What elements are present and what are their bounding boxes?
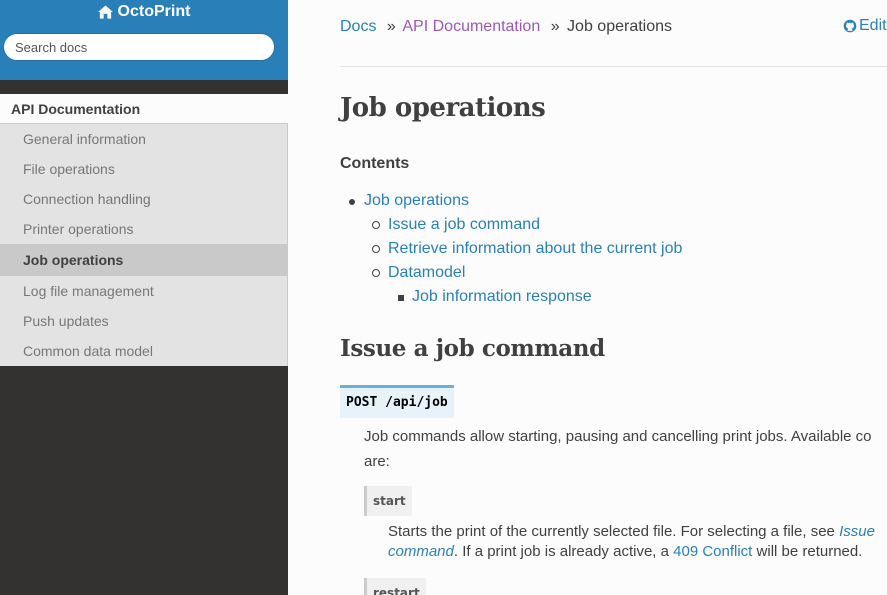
toc-item: Job information response (340, 285, 682, 309)
toc-link-retrieve-current-job[interactable]: Retrieve information about the current j… (388, 240, 682, 257)
sidebar-item-push-updates[interactable]: Push updates (0, 306, 288, 336)
toc-link-issue-job-command[interactable]: Issue a job command (388, 216, 540, 233)
start-description-text: will be returned. (752, 543, 863, 560)
intro-text-line-2: are: (364, 453, 390, 470)
circle-bullet-icon (372, 269, 380, 277)
toc-item: Datamodel (340, 261, 682, 285)
breadcrumb-api-docs-link[interactable]: API Documentation (402, 18, 540, 35)
sidebar-item-common-data-model[interactable]: Common data model (0, 336, 288, 366)
sidebar-nav-list: General information File operations Conn… (0, 124, 288, 366)
circle-bullet-icon (372, 221, 380, 229)
brand-link[interactable]: OctoPrint (97, 3, 191, 21)
circle-bullet-icon (372, 245, 380, 253)
command-restart-label: restart (364, 578, 426, 595)
intro-text-line-1: Job commands allow starting, pausing and… (364, 428, 872, 445)
breadcrumb-separator: » (386, 18, 396, 35)
square-bullet-icon (398, 295, 404, 301)
main-content: Docs » API Documentation » Job operation… (288, 0, 887, 595)
breadcrumb-docs-link[interactable]: Docs (340, 18, 376, 35)
section-title: Issue a job command (340, 335, 605, 362)
sidebar-item-general-information[interactable]: General information (0, 124, 288, 154)
breadcrumb: Docs » API Documentation » Job operation… (340, 18, 672, 36)
contents-heading: Contents (340, 155, 410, 172)
toc-item: Job operations (340, 189, 682, 213)
toc-link-job-operations[interactable]: Job operations (364, 192, 469, 209)
sidebar-current-section[interactable]: API Documentation (0, 94, 288, 124)
issue-link[interactable]: Issue (839, 523, 875, 540)
sidebar-item-connection-handling[interactable]: Connection handling (0, 184, 288, 214)
table-of-contents: Job operations Issue a job command Retri… (340, 189, 682, 309)
sidebar-item-log-file-management[interactable]: Log file management (0, 276, 288, 306)
start-description-text: Starts the print of the currently select… (388, 523, 840, 540)
brand-name: OctoPrint (117, 3, 191, 20)
toc-item: Issue a job command (340, 213, 682, 237)
command-link[interactable]: command (388, 543, 454, 560)
start-description-line-1: Starts the print of the currently select… (388, 522, 875, 542)
toc-link-datamodel[interactable]: Datamodel (388, 264, 465, 281)
conflict-link[interactable]: 409 Conflict (673, 543, 752, 560)
toc-item: Retrieve information about the current j… (340, 237, 682, 261)
home-icon (97, 5, 113, 19)
disc-bullet-icon (349, 199, 355, 205)
header-divider (340, 66, 887, 67)
search-input[interactable] (3, 33, 275, 61)
edit-label: Edit (859, 17, 887, 34)
endpoint-signature: POST /api/job (340, 385, 454, 418)
edit-on-github-link[interactable]: Edit (843, 17, 887, 35)
breadcrumb-separator: » (550, 18, 560, 35)
page-title: Job operations (340, 93, 546, 123)
start-description-text: . If a print job is already active, a (453, 543, 674, 560)
github-icon (843, 19, 857, 33)
sidebar: OctoPrint API Documentation General info… (0, 0, 288, 595)
command-start-label: start (364, 486, 412, 516)
toc-link-job-information-response[interactable]: Job information response (412, 288, 592, 305)
sidebar-header: OctoPrint (0, 0, 288, 80)
sidebar-item-job-operations[interactable]: Job operations (0, 244, 288, 276)
breadcrumb-current: Job operations (567, 18, 673, 35)
sidebar-item-printer-operations[interactable]: Printer operations (0, 214, 288, 244)
sidebar-item-file-operations[interactable]: File operations (0, 154, 288, 184)
start-description-line-2: command. If a print job is already activ… (388, 542, 862, 562)
